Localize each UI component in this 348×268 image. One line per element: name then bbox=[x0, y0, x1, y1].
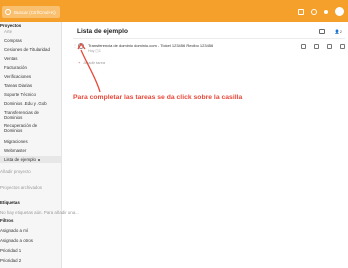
sidebar-item-tareas-diarias[interactable]: Tareas Diarias bbox=[4, 83, 32, 88]
add-task-label: Añadir tarea bbox=[83, 60, 106, 65]
avatar[interactable] bbox=[335, 7, 344, 16]
sidebar-item-soporte[interactable]: Soporte Técnico bbox=[4, 92, 36, 97]
share-icon[interactable]: 👤2 bbox=[335, 29, 342, 34]
task-due-date: Hoy bbox=[88, 49, 95, 53]
sidebar-heading-filters[interactable]: Filtros bbox=[0, 218, 13, 223]
more-icon[interactable] bbox=[340, 44, 345, 49]
filter-priority-2[interactable]: Prioridad 2 bbox=[0, 258, 21, 263]
sidebar-item-ventas[interactable]: Ventas bbox=[4, 56, 17, 61]
annotation-text: Para completar las tareas se da click so… bbox=[73, 94, 243, 101]
search-box[interactable]: Buscar (Ctrl/Cmd+K) bbox=[2, 6, 60, 18]
schedule-icon[interactable] bbox=[314, 44, 319, 49]
task-actions bbox=[301, 44, 345, 49]
page-title: Lista de ejemplo bbox=[77, 28, 128, 35]
search-icon bbox=[5, 9, 11, 15]
sidebar-item-label: Lista de ejemplo bbox=[4, 157, 36, 162]
sidebar-item-verificaciones[interactable]: Verificaciones bbox=[4, 74, 31, 79]
sidebar-item-lista-ejemplo[interactable]: Lista de ejemplo bbox=[0, 156, 61, 163]
add-task-button[interactable]: + Añadir tarea bbox=[78, 60, 105, 65]
task-row[interactable]: ⋮⋮ Transferencia de dominio dominio.com … bbox=[73, 41, 345, 53]
top-bar-icons bbox=[298, 7, 344, 16]
sidebar-item-migraciones[interactable]: Migraciones bbox=[4, 139, 28, 144]
task-checkbox[interactable] bbox=[78, 43, 84, 49]
comment-icon[interactable] bbox=[318, 29, 325, 34]
sidebar-heading-projects[interactable]: Proyectos bbox=[0, 23, 21, 28]
main-content: Lista de ejemplo 👤2 ⋮⋮ Transferencia de … bbox=[63, 22, 348, 268]
filter-assigned-to-me[interactable]: Asignado a mí bbox=[0, 228, 28, 233]
sidebar-heading-labels[interactable]: Etiquetas bbox=[0, 200, 20, 205]
plus-icon: + bbox=[78, 60, 81, 65]
sidebar-item-dominios-edu[interactable]: Dominios .Edu y .Gob bbox=[4, 101, 47, 106]
sidebar-item-cesiones[interactable]: Cesiones de Titularidad bbox=[4, 47, 50, 52]
divider bbox=[73, 38, 345, 39]
sidebar: Proyectos Arte Compras Cesiones de Titul… bbox=[0, 22, 79, 268]
comment-task-icon[interactable] bbox=[327, 44, 332, 49]
sync-icon[interactable] bbox=[311, 8, 317, 15]
header-icons: 👤2 bbox=[318, 29, 342, 34]
sidebar-item-webmaster[interactable]: Webmaster bbox=[4, 148, 26, 153]
subtask-count: 1 bbox=[98, 49, 101, 53]
sidebar-item-arte[interactable]: Arte bbox=[4, 29, 12, 34]
sidebar-item-transferencias[interactable]: Transferencias de Dominios bbox=[4, 110, 56, 120]
filter-assigned-to-others[interactable]: Asignado a otros bbox=[0, 238, 33, 243]
add-project-link[interactable]: Añadir proyecto bbox=[0, 169, 31, 174]
more-options-icon[interactable] bbox=[37, 158, 40, 161]
notifications-icon[interactable] bbox=[324, 9, 328, 14]
top-bar: Buscar (Ctrl/Cmd+K) bbox=[0, 0, 348, 22]
sidebar-item-compras[interactable]: Compras bbox=[4, 38, 22, 43]
filter-priority-1[interactable]: Prioridad 1 bbox=[0, 248, 21, 253]
add-icon[interactable] bbox=[298, 8, 304, 15]
search-placeholder: Buscar (Ctrl/Cmd+K) bbox=[14, 9, 56, 15]
sidebar-item-facturacion[interactable]: Facturación bbox=[4, 65, 27, 70]
sidebar-item-recuperacion[interactable]: Recuperación de Dominios bbox=[4, 123, 56, 133]
archived-projects-link[interactable]: Proyectos archivados bbox=[0, 185, 42, 190]
share-count: 2 bbox=[339, 29, 342, 34]
task-title[interactable]: Transferencia de dominio dominio.com - T… bbox=[88, 43, 213, 48]
edit-icon[interactable] bbox=[301, 44, 306, 49]
task-meta: Hoy ◫1 bbox=[88, 49, 101, 53]
